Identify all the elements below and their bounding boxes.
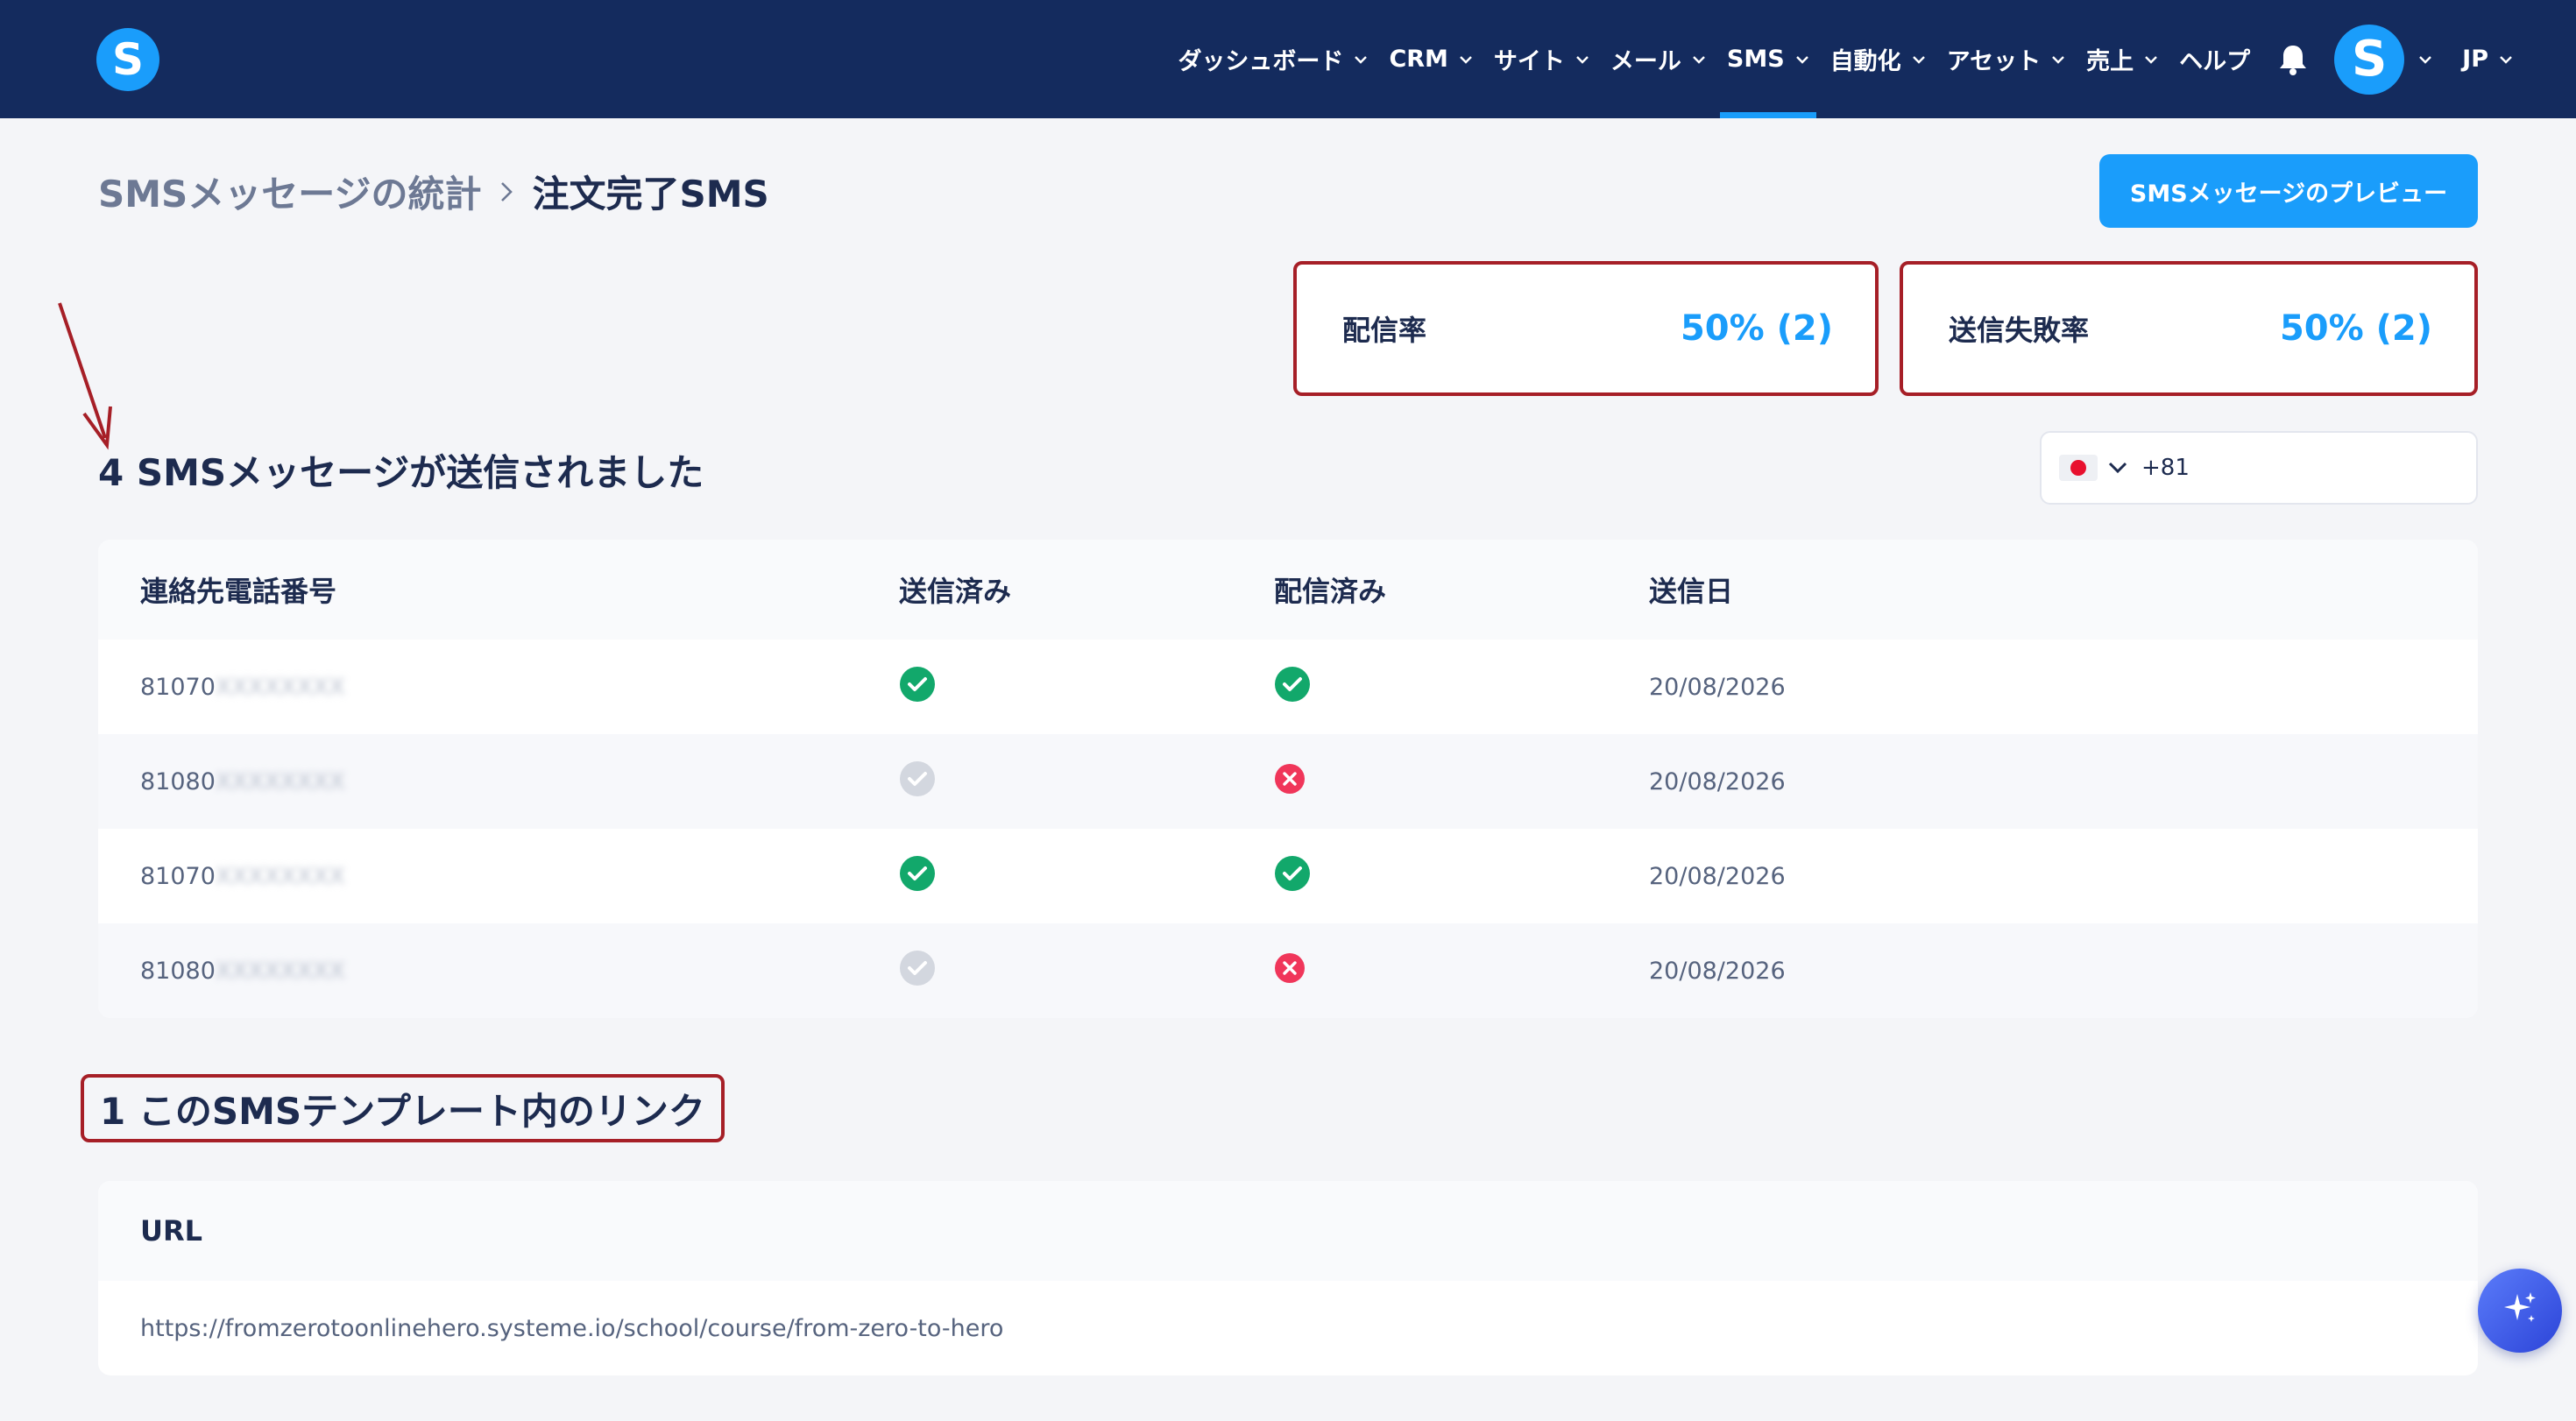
table-row: 81080XXXXXXXX 20/08/2026: [98, 734, 2478, 829]
phone-country-filter[interactable]: +81: [2040, 431, 2478, 505]
phone-cell: 81070XXXXXXXX: [98, 863, 899, 890]
x-circle-icon: [1274, 763, 1306, 795]
table-row: 81070XXXXXXXX 20/08/2026: [98, 829, 2478, 923]
chevron-down-icon: [1459, 55, 1473, 64]
date-cell: 20/08/2026: [1649, 673, 1786, 701]
nav-label: CRM: [1389, 46, 1448, 73]
column-header-sent: 送信済み: [899, 575, 1012, 608]
sms-preview-button[interactable]: SMSメッセージのプレビュー: [2099, 154, 2478, 228]
column-header-phone: 連絡先電話番号: [140, 575, 337, 608]
chevron-down-icon: [1795, 55, 1809, 64]
nav-label: ヘルプ: [2179, 48, 2251, 75]
nav-sales[interactable]: 売上: [2076, 0, 2169, 118]
failure-rate-label: 送信失敗率: [1949, 314, 2090, 347]
nav-label: アセット: [1946, 48, 2042, 75]
check-circle-icon: [899, 666, 936, 703]
chevron-down-icon: [1912, 55, 1926, 64]
bell-icon[interactable]: [2261, 0, 2325, 118]
table-row: https://fromzerotoonlinehero.systeme.io/…: [98, 1281, 2478, 1375]
check-circle-icon: [899, 855, 936, 892]
failure-rate-card: 送信失敗率 50% (2): [1900, 261, 2478, 396]
jp-flag-icon: [2059, 455, 2098, 481]
chevron-down-icon[interactable]: [2108, 462, 2127, 474]
logo[interactable]: S: [96, 28, 159, 91]
chevron-down-icon: [2144, 55, 2158, 64]
nav-dashboard[interactable]: ダッシュボード: [1167, 0, 1378, 118]
failure-rate-value: 50% (2): [2279, 308, 2432, 349]
phone-prefix: 81070: [140, 862, 216, 890]
nav-label: 売上: [2086, 48, 2134, 75]
date-cell: 20/08/2026: [1649, 862, 1786, 890]
nav-crm[interactable]: CRM: [1378, 0, 1483, 118]
nav-sites[interactable]: サイト: [1483, 0, 1600, 118]
nav-label: SMS: [1726, 46, 1785, 73]
table-row: 81080XXXXXXXX 20/08/2026: [98, 923, 2478, 1018]
chevron-down-icon: [2051, 55, 2065, 64]
date-cell: 20/08/2026: [1649, 767, 1786, 795]
ai-assistant-button[interactable]: [2478, 1269, 2562, 1353]
check-circle-gray-icon: [899, 760, 936, 797]
phone-redacted: XXXXXXXX: [215, 767, 345, 795]
page-title: 注文完了SMS: [532, 173, 769, 216]
sparkle-icon: [2500, 1289, 2540, 1333]
column-header-delivered: 配信済み: [1274, 575, 1387, 608]
chevron-right-icon: [500, 181, 513, 202]
nav-label: ダッシュボード: [1178, 48, 1344, 75]
main-nav: ダッシュボード CRM サイト メール SMS 自動化 アセット 売上 ヘルプ …: [1167, 0, 2523, 118]
column-header-date: 送信日: [1649, 575, 1734, 608]
links-section-title: 1 このSMSテンプレート内のリンク: [81, 1074, 725, 1142]
chevron-down-icon: [1692, 55, 1706, 64]
chevron-down-icon: [1575, 55, 1589, 64]
links-table: URL https://fromzerotoonlinehero.systeme…: [98, 1181, 2478, 1375]
chevron-down-icon[interactable]: [2418, 55, 2432, 64]
phone-redacted: XXXXXXXX: [215, 673, 345, 701]
delivery-rate-label: 配信率: [1342, 314, 1427, 347]
nav-email[interactable]: メール: [1600, 0, 1716, 118]
x-circle-icon: [1274, 952, 1306, 984]
table-row: 81070XXXXXXXX 20/08/2026: [98, 640, 2478, 734]
phone-redacted: XXXXXXXX: [215, 862, 345, 890]
date-cell: 20/08/2026: [1649, 957, 1786, 985]
breadcrumb-parent-link[interactable]: SMSメッセージの統計: [98, 165, 481, 218]
check-circle-icon: [1274, 855, 1311, 892]
phone-prefix: 81080: [140, 957, 216, 985]
phone-prefix: 81070: [140, 673, 216, 701]
breadcrumb: SMSメッセージの統計 注文完了SMS: [98, 165, 769, 218]
check-circle-gray-icon: [899, 950, 936, 986]
nav-sms[interactable]: SMS: [1716, 0, 1820, 118]
avatar[interactable]: S: [2334, 24, 2405, 95]
nav-label: サイト: [1493, 48, 1565, 75]
messages-sent-title: 4 SMSメッセージが送信されました: [98, 451, 704, 494]
phone-prefix: 81080: [140, 767, 216, 795]
phone-cell: 81080XXXXXXXX: [98, 958, 899, 985]
nav-label: メール: [1610, 48, 1681, 75]
chevron-down-icon: [2499, 55, 2513, 64]
nav-automation[interactable]: 自動化: [1820, 0, 1936, 118]
table-header: 連絡先電話番号 送信済み 配信済み 送信日: [98, 540, 2478, 640]
delivery-rate-card: 配信率 50% (2): [1293, 261, 1879, 396]
language-selector[interactable]: JP: [2452, 0, 2523, 118]
top-navigation: S ダッシュボード CRM サイト メール SMS 自動化 アセット 売上 ヘル…: [0, 0, 2576, 118]
annotation-arrow: [58, 302, 112, 450]
url-link[interactable]: https://fromzerotoonlinehero.systeme.io/…: [140, 1315, 1003, 1342]
chevron-down-icon: [1354, 55, 1368, 64]
nav-label: 自動化: [1829, 48, 1901, 75]
nav-assets[interactable]: アセット: [1936, 0, 2076, 118]
table-header: URL: [98, 1181, 2478, 1281]
column-header-url: URL: [140, 1214, 203, 1248]
country-code: +81: [2141, 455, 2190, 481]
language-label: JP: [2462, 46, 2488, 73]
phone-cell: 81070XXXXXXXX: [98, 674, 899, 701]
delivery-rate-value: 50% (2): [1680, 308, 1833, 349]
phone-redacted: XXXXXXXX: [215, 957, 345, 985]
phone-cell: 81080XXXXXXXX: [98, 768, 899, 795]
nav-help[interactable]: ヘルプ: [2169, 0, 2261, 118]
check-circle-icon: [1274, 666, 1311, 703]
messages-table: 連絡先電話番号 送信済み 配信済み 送信日 81070XXXXXXXX 20/0…: [98, 540, 2478, 1018]
